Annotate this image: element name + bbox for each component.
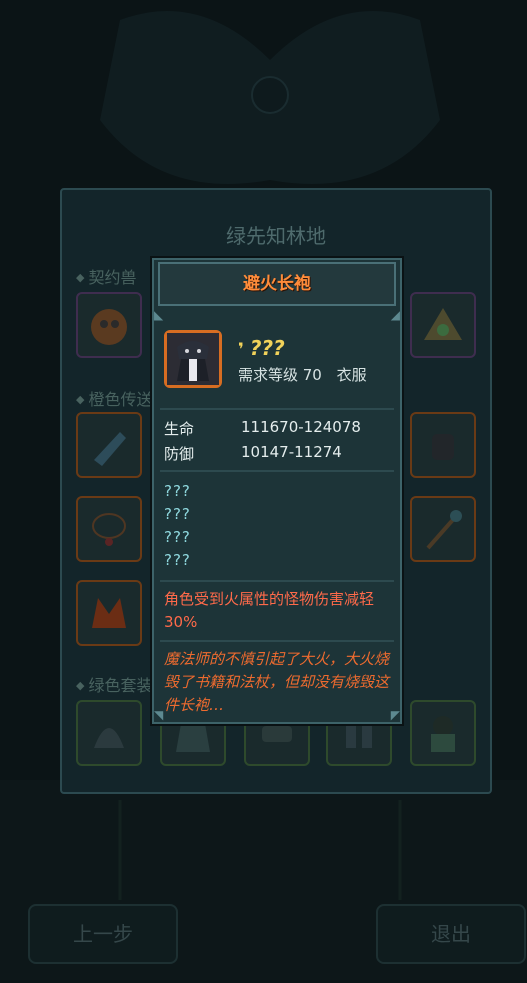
section-orange-teleport: 橙色传送 [76, 386, 152, 410]
back-button[interactable]: 上一步 [28, 904, 178, 964]
divider [160, 470, 394, 472]
slot-contract-beast-1[interactable] [76, 292, 142, 358]
unknown-attr: ??? [164, 551, 191, 569]
unknown-attr: ??? [164, 505, 191, 523]
section-contract-beast: 契约兽 [76, 264, 136, 288]
tooltip-header: 避火长袍 [158, 262, 396, 306]
robe-icon [167, 333, 219, 385]
corner-ornament-icon: ◣ [154, 308, 164, 322]
corner-ornament-icon: ◢ [390, 308, 400, 322]
glove-icon [432, 434, 454, 460]
item-title: 避火长袍 [243, 274, 311, 294]
stat-hp: 生命 111670-124078 [164, 418, 361, 438]
quality-sparkle-icon: ❜ [238, 340, 244, 360]
slot-green-5[interactable] [410, 700, 476, 766]
item-meta: 需求等级 70 衣服 [238, 364, 377, 385]
corner-ornament-icon: ◥ [154, 708, 164, 722]
slot-orange-5[interactable] [410, 496, 476, 562]
slot-orange-1[interactable] [76, 412, 142, 478]
divider [160, 408, 394, 410]
unknown-attr: ??? [164, 482, 191, 500]
slot-orange-4[interactable] [410, 412, 476, 478]
exit-button[interactable]: 退出 [376, 904, 526, 964]
divider [160, 640, 394, 642]
item-slot-type: 衣服 [336, 366, 367, 384]
beast-icon [91, 309, 127, 345]
required-level: 需求等级 70 [238, 366, 322, 384]
slot-contract-beast-2[interactable] [410, 292, 476, 358]
beast-icon [424, 308, 462, 340]
slot-orange-3[interactable] [76, 580, 142, 646]
necklace-icon [92, 513, 126, 546]
stat-value: 111670-124078 [241, 418, 361, 436]
hood-icon [94, 728, 124, 748]
staff-icon [426, 510, 462, 550]
slot-orange-2[interactable] [76, 496, 142, 562]
section-green-set: 绿色套装 [76, 672, 152, 696]
unknown-attr: ??? [164, 528, 191, 546]
special-effect: 角色受到火属性的怪物伤害减轻30% [164, 590, 375, 631]
axe-icon [94, 432, 126, 466]
slot-green-1[interactable] [76, 700, 142, 766]
stat-value: 10147-11274 [241, 443, 342, 461]
crown-icon [92, 598, 126, 628]
armor-icon [431, 716, 455, 752]
item-lore: 魔法师的不慎引起了大火，大火烧毁了书籍和法杖，但却没有烧毁这件长袍… [164, 650, 390, 714]
item-icon-frame [164, 330, 222, 388]
panel-title: 绿先知林地 [226, 224, 326, 248]
item-tooltip[interactable]: 避火长袍 ◣ ◢ ◥ ◤ ❜??? 需求等级 70 衣服 生命 111670-1… [150, 256, 404, 726]
item-quality-name: ❜??? [238, 336, 285, 360]
divider [160, 580, 394, 582]
stat-defense: 防御 10147-11274 [164, 443, 342, 463]
